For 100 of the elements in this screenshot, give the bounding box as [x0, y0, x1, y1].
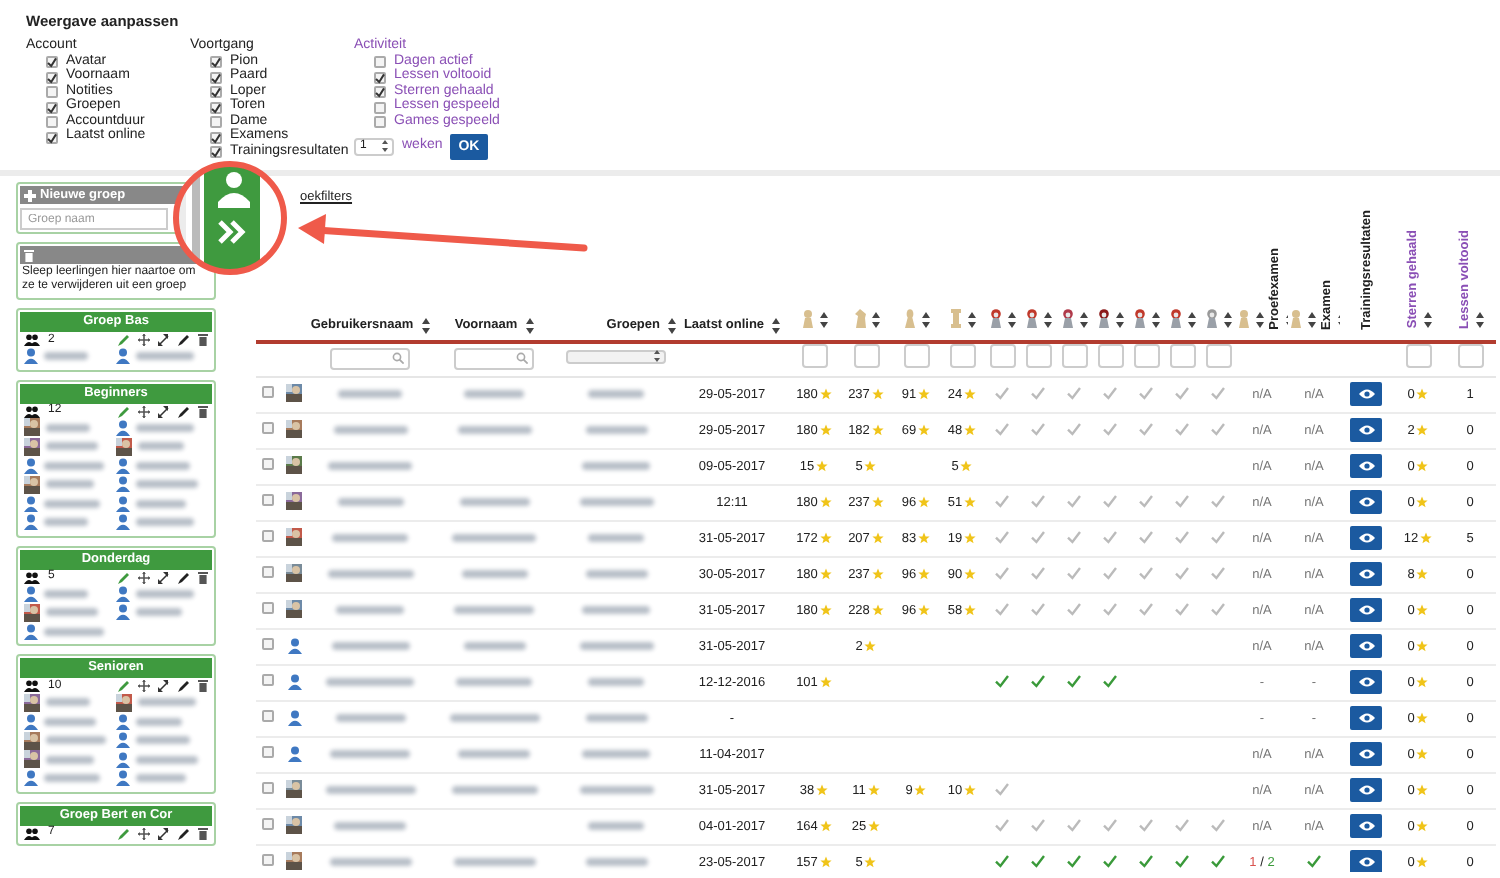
view-results-button[interactable] [1350, 742, 1382, 767]
sort-icon[interactable] [1188, 312, 1196, 329]
checkbox[interactable] [46, 56, 58, 68]
sort-icon[interactable] [872, 312, 880, 329]
sort-icon[interactable] [968, 312, 976, 329]
move-icon[interactable] [138, 680, 150, 692]
row-checkbox[interactable] [262, 853, 274, 866]
view-results-button[interactable] [1350, 850, 1382, 872]
checkbox[interactable] [374, 101, 386, 113]
checkbox[interactable] [210, 101, 222, 113]
expand-icon[interactable] [158, 680, 170, 692]
view-results-button[interactable] [1350, 382, 1382, 407]
row-checkbox[interactable] [262, 817, 274, 830]
checkbox[interactable] [46, 116, 58, 128]
filter-field[interactable] [1133, 344, 1159, 369]
checkbox[interactable] [210, 86, 222, 98]
filter-field[interactable] [1061, 344, 1087, 369]
filter-field[interactable] [801, 344, 827, 369]
checkbox[interactable] [46, 101, 58, 113]
move-icon[interactable] [138, 334, 150, 346]
checkbox[interactable] [210, 146, 222, 158]
sort-icon[interactable] [922, 312, 930, 329]
sort-icon[interactable] [1423, 312, 1431, 329]
sort-icon[interactable] [820, 312, 828, 329]
move-icon[interactable] [138, 405, 150, 417]
checkbox[interactable] [46, 131, 58, 143]
view-results-button[interactable] [1350, 598, 1382, 623]
view-results-button[interactable] [1350, 490, 1382, 515]
filter-field[interactable] [1457, 344, 1483, 369]
sort-icon[interactable] [1080, 312, 1088, 329]
row-checkbox[interactable] [262, 601, 274, 614]
blurred-name [585, 713, 647, 722]
view-results-button[interactable] [1350, 778, 1382, 803]
row-checkbox[interactable] [262, 637, 274, 650]
row-checkbox[interactable] [262, 709, 274, 722]
search-field[interactable] [454, 347, 534, 370]
view-results-button[interactable] [1350, 418, 1382, 443]
move-icon[interactable] [138, 571, 150, 583]
row-checkbox[interactable] [262, 673, 274, 686]
star-icon [819, 568, 832, 581]
blurred-name [328, 461, 412, 470]
sort-icon[interactable] [1116, 312, 1124, 329]
move-icon[interactable] [138, 827, 150, 839]
trash-icon[interactable] [198, 680, 208, 692]
row-checkbox[interactable] [262, 457, 274, 470]
view-results-button[interactable] [1350, 706, 1382, 731]
trash-icon[interactable] [198, 334, 208, 346]
filter-field[interactable] [1025, 344, 1051, 369]
filter-field[interactable] [989, 344, 1015, 369]
view-results-button[interactable] [1350, 670, 1382, 695]
expand-icon[interactable] [158, 334, 170, 346]
sort-icon[interactable] [1008, 312, 1016, 329]
view-results-button[interactable] [1350, 562, 1382, 587]
view-results-button[interactable] [1350, 814, 1382, 839]
filter-field[interactable] [949, 344, 975, 369]
trash-icon[interactable] [198, 571, 208, 583]
row-checkbox[interactable] [262, 781, 274, 794]
checkbox[interactable] [210, 71, 222, 83]
sort-icon[interactable] [1308, 312, 1316, 329]
trash-icon[interactable] [198, 405, 208, 417]
checkbox[interactable] [46, 86, 58, 98]
sort-icon[interactable] [1224, 312, 1232, 329]
filter-field[interactable] [903, 344, 929, 369]
sort-icon[interactable] [1475, 312, 1483, 329]
expand-icon[interactable] [158, 827, 170, 839]
checkbox[interactable] [210, 131, 222, 143]
view-results-button[interactable] [1350, 526, 1382, 551]
sort-icon[interactable] [421, 318, 430, 335]
expand-icon[interactable] [158, 405, 170, 417]
figure-icon [1168, 308, 1184, 329]
view-results-button[interactable] [1350, 634, 1382, 659]
filter-field[interactable] [1097, 344, 1123, 369]
blurred-name [330, 749, 410, 758]
row-checkbox[interactable] [262, 745, 274, 758]
checkbox[interactable] [210, 56, 222, 68]
filter-field[interactable] [1169, 344, 1195, 369]
row-checkbox[interactable] [262, 493, 274, 506]
filter-field[interactable] [1405, 344, 1431, 369]
sort-icon[interactable] [1044, 312, 1052, 329]
trash-icon[interactable] [198, 827, 208, 839]
checkbox[interactable] [374, 56, 386, 68]
filter-field[interactable] [1205, 344, 1231, 369]
row-checkbox[interactable] [262, 529, 274, 542]
filter-field[interactable] [853, 344, 879, 369]
sort-icon[interactable] [1152, 312, 1160, 329]
sort-icon[interactable] [772, 318, 781, 335]
checkbox[interactable] [46, 71, 58, 83]
expand-icon[interactable] [158, 571, 170, 583]
row-checkbox[interactable] [262, 385, 274, 398]
checkbox[interactable] [374, 116, 386, 128]
search-field[interactable] [330, 347, 410, 370]
row-checkbox[interactable] [262, 421, 274, 434]
sort-icon[interactable] [525, 318, 534, 335]
sort-icon[interactable] [668, 318, 676, 335]
sort-icon[interactable] [1256, 312, 1264, 329]
checkbox[interactable] [374, 86, 386, 98]
checkbox[interactable] [374, 71, 386, 83]
view-results-button[interactable] [1350, 454, 1382, 479]
row-checkbox[interactable] [262, 565, 274, 578]
checkbox[interactable] [210, 116, 222, 128]
